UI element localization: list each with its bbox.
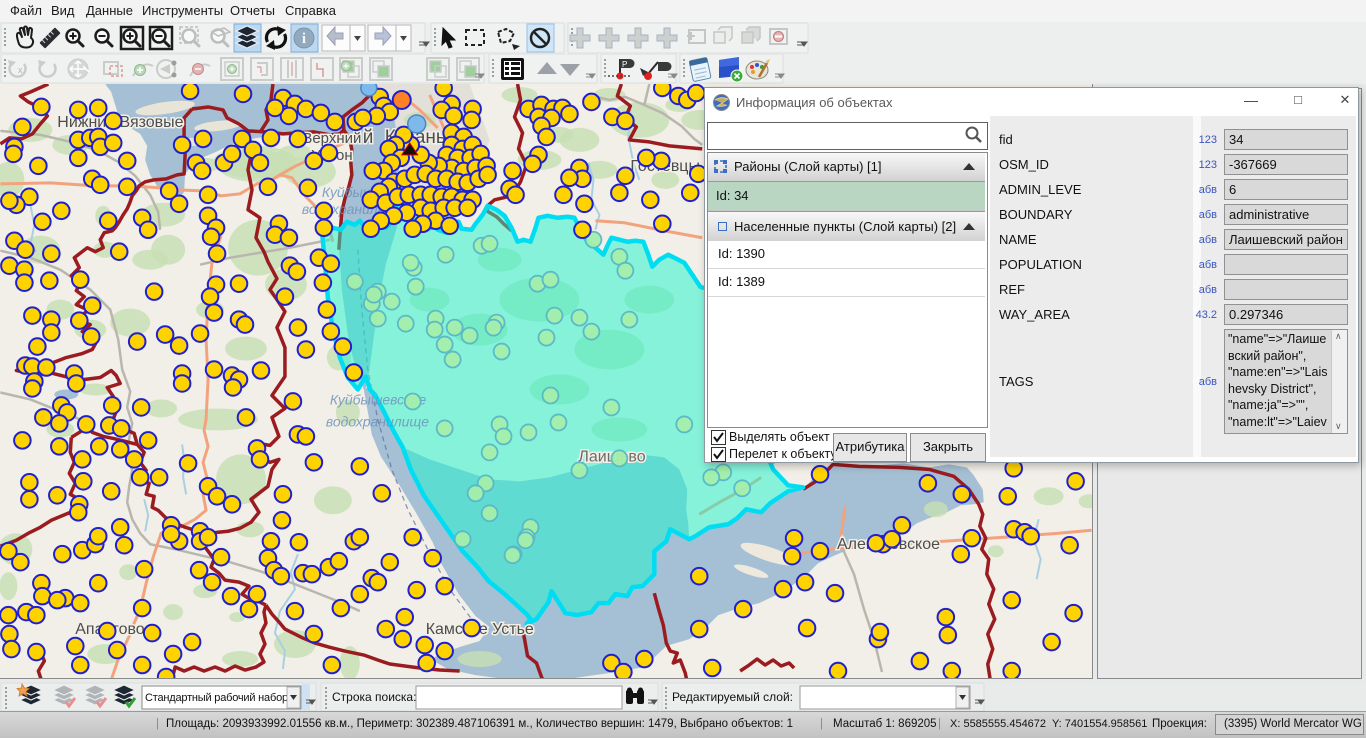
- svg-text:P: P: [622, 60, 627, 69]
- svg-text:i: i: [302, 31, 306, 47]
- svg-text:й: й: [363, 127, 374, 148]
- svg-text:x: x: [18, 65, 23, 75]
- svg-text:Стандартный рабочий набор: Стандартный рабочий набор: [145, 692, 288, 704]
- svg-text:водохранилище: водохранилище: [326, 413, 429, 429]
- svg-text:Строка поиска:: Строка поиска:: [332, 690, 416, 704]
- svg-text:Редактируемый слой:: Редактируемый слой:: [672, 690, 793, 704]
